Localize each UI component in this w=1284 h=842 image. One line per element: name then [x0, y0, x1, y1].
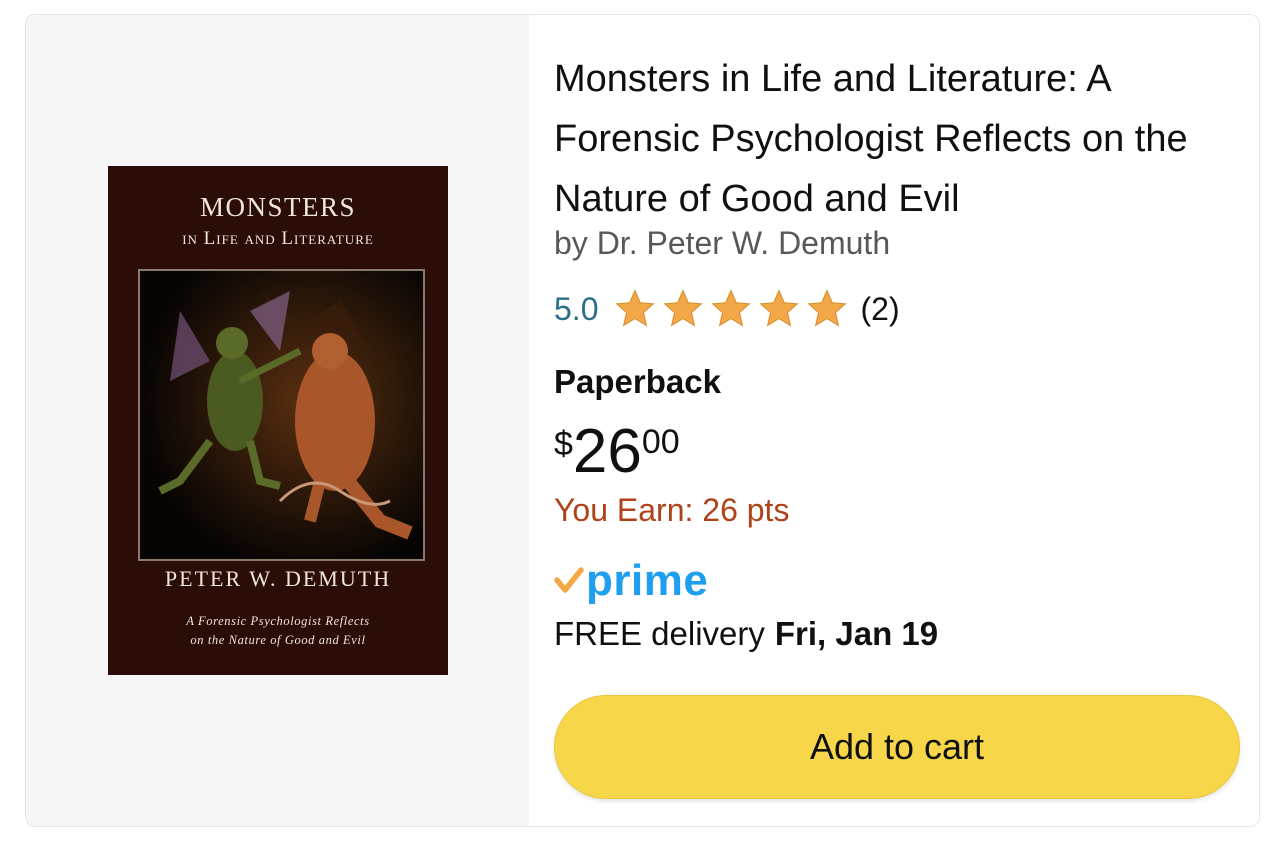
- cover-author: PETER W. DEMUTH: [164, 566, 392, 591]
- prime-badge: prime: [554, 555, 708, 607]
- price-whole: 26: [572, 417, 642, 486]
- add-to-cart-label: Add to cart: [809, 726, 985, 767]
- star-icon: [615, 289, 656, 327]
- product-image-pane[interactable]: MONSTERS in Life and Literature PETER W.…: [26, 15, 529, 826]
- rating-count[interactable]: (2): [860, 291, 899, 328]
- cover-tagline-line1: A Forensic Psychologist Reflects: [186, 614, 370, 628]
- star-icon: [807, 289, 848, 327]
- cover-subtitle: in Life and Literature: [182, 228, 374, 249]
- earn-points: You Earn: 26 pts: [554, 492, 790, 528]
- price-fraction: 00: [641, 423, 680, 461]
- add-to-cart-button[interactable]: Add to cart: [554, 695, 1240, 799]
- book-cover-image[interactable]: MONSTERS in Life and Literature PETER W.…: [108, 166, 448, 675]
- prime-label: prime: [586, 556, 709, 605]
- cover-tagline: A Forensic Psychologist Reflects on the …: [108, 612, 448, 650]
- delivery-date: Fri, Jan 19: [774, 615, 939, 652]
- product-title[interactable]: Monsters in Life and Literature: A Foren…: [554, 49, 1234, 229]
- cover-artwork: [138, 269, 425, 561]
- cover-tagline-line2: on the Nature of Good and Evil: [190, 633, 366, 647]
- product-format: Paperback: [554, 363, 721, 400]
- prime-check-icon: [554, 567, 584, 593]
- star-icon: [711, 289, 752, 327]
- star-icon: [663, 289, 704, 327]
- rating-row[interactable]: 5.0 (2): [554, 287, 900, 331]
- rating-value[interactable]: 5.0: [554, 291, 598, 328]
- product-price: $ 26 00: [554, 415, 680, 483]
- delivery-info: FREE delivery Fri, Jan 19: [554, 615, 938, 653]
- price-symbol: $: [554, 425, 573, 463]
- delivery-label: FREE delivery: [554, 615, 765, 652]
- product-author[interactable]: by Dr. Peter W. Demuth: [554, 225, 890, 262]
- product-card: MONSTERS in Life and Literature PETER W.…: [25, 14, 1260, 827]
- cover-title: MONSTERS: [199, 192, 357, 222]
- star-icon: [759, 289, 800, 327]
- star-rating[interactable]: [612, 287, 852, 331]
